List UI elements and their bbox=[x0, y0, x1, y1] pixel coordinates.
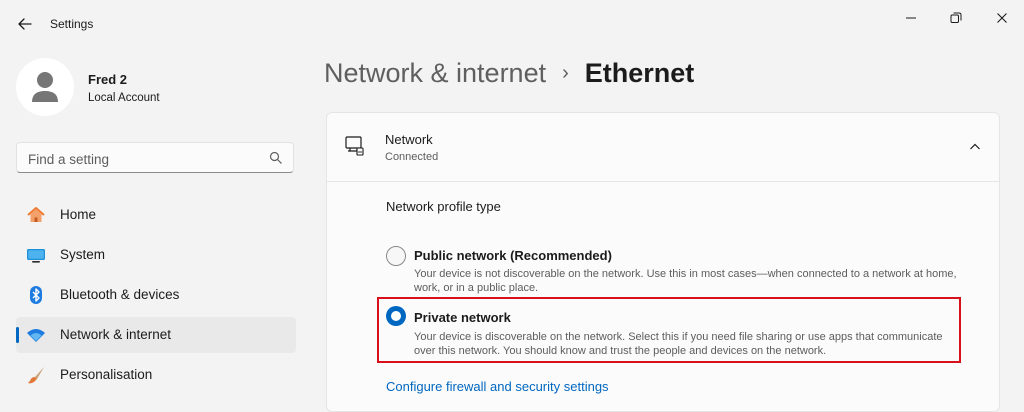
wifi-icon bbox=[27, 329, 45, 342]
network-status: Connected bbox=[385, 151, 439, 163]
account-type: Local Account bbox=[88, 92, 160, 104]
bluetooth-icon bbox=[30, 286, 42, 304]
sidebar-item-personalisation[interactable]: Personalisation bbox=[16, 357, 296, 393]
title-bar: Settings bbox=[0, 0, 1024, 48]
chevron-up-icon[interactable] bbox=[969, 141, 981, 153]
monitor-icon bbox=[27, 249, 45, 263]
breadcrumb: Network & internet › Ethernet bbox=[324, 58, 694, 89]
sidebar-item-label: Home bbox=[60, 207, 97, 222]
sidebar-item-bluetooth-devices[interactable]: Bluetooth & devices bbox=[16, 277, 296, 313]
back-button[interactable] bbox=[14, 13, 36, 35]
sidebar-item-label: System bbox=[60, 247, 106, 262]
private-network-title[interactable]: Private network bbox=[414, 310, 511, 325]
user-avatar-icon bbox=[32, 72, 58, 102]
network-title: Network bbox=[385, 132, 433, 147]
app-title: Settings bbox=[50, 17, 94, 31]
search-box bbox=[16, 142, 294, 173]
private-network-description: Your device is discoverable on the netwo… bbox=[414, 331, 943, 357]
sidebar-item-label: Personalisation bbox=[60, 367, 153, 382]
paintbrush-icon bbox=[28, 367, 44, 384]
sidebar-item-label: Bluetooth & devices bbox=[60, 287, 180, 302]
user-profile: Fred 2 Local Account bbox=[16, 56, 276, 118]
sidebar-item-system[interactable]: System bbox=[16, 237, 296, 273]
search-icon[interactable] bbox=[269, 151, 283, 165]
ethernet-icon bbox=[345, 136, 364, 156]
active-indicator bbox=[16, 327, 19, 343]
search-input[interactable] bbox=[26, 149, 265, 169]
user-name: Fred 2 bbox=[88, 72, 128, 87]
breadcrumb-parent[interactable]: Network & internet bbox=[324, 58, 546, 88]
restore-button[interactable] bbox=[941, 8, 971, 28]
sidebar-item-label: Network & internet bbox=[60, 327, 172, 342]
minimize-button[interactable] bbox=[896, 8, 926, 28]
restore-icon bbox=[950, 12, 962, 23]
public-network-title[interactable]: Public network (Recommended) bbox=[414, 248, 612, 263]
public-network-radio[interactable] bbox=[386, 246, 406, 266]
sidebar-item-network-internet[interactable]: Network & internet bbox=[16, 317, 296, 353]
private-network-radio[interactable] bbox=[386, 306, 406, 326]
page-title: Ethernet bbox=[584, 58, 695, 88]
minimize-icon bbox=[906, 17, 916, 19]
arrow-left-icon bbox=[18, 18, 32, 30]
public-network-description: Your device is not discoverable on the n… bbox=[414, 268, 957, 294]
avatar[interactable] bbox=[16, 58, 74, 116]
home-icon bbox=[27, 207, 45, 222]
close-button[interactable] bbox=[987, 8, 1017, 28]
chevron-right-icon: › bbox=[562, 62, 569, 84]
close-icon bbox=[997, 13, 1007, 23]
profile-type-label: Network profile type bbox=[386, 199, 501, 214]
firewall-settings-link[interactable]: Configure firewall and security settings bbox=[386, 379, 609, 394]
network-card-header[interactable]: Network Connected bbox=[327, 113, 999, 182]
sidebar-item-home[interactable]: Home bbox=[16, 197, 296, 233]
